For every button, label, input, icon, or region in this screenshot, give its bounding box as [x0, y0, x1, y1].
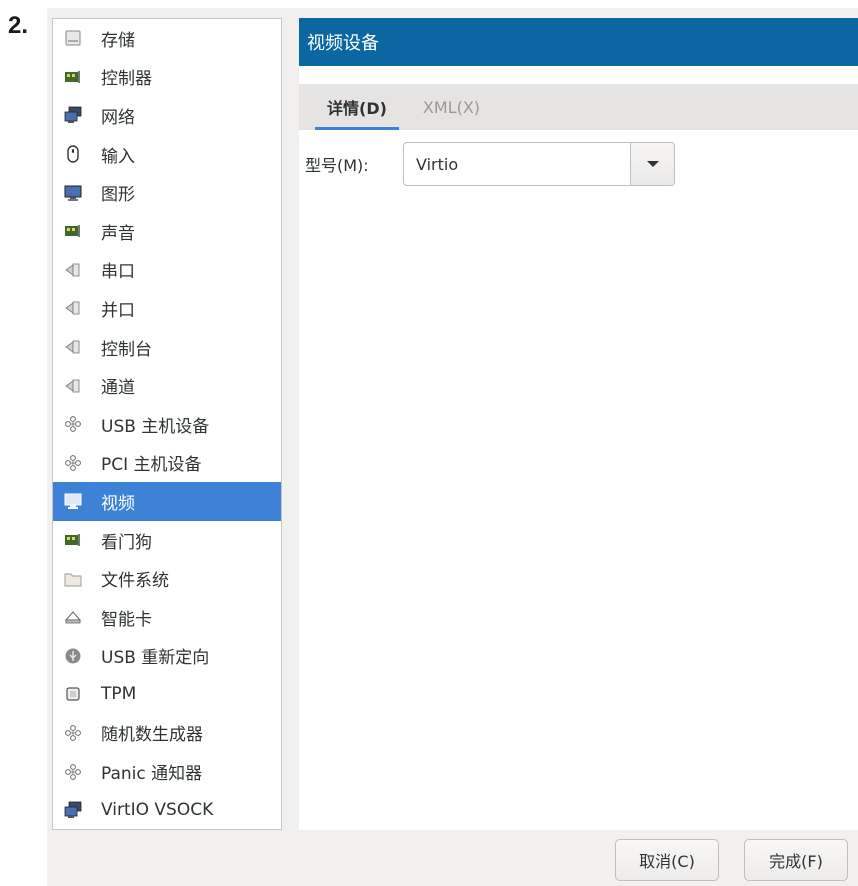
tab-strip: 详情(D) XML(X) — [299, 84, 858, 130]
sidebar-item-label: 随机数生成器 — [101, 725, 203, 746]
sidebar-item-label: 智能卡 — [101, 609, 152, 630]
sidebar-item-label: 视频 — [101, 493, 135, 514]
sidebar-item-serial[interactable]: 串口 — [53, 251, 281, 290]
sidebar-item-label: 看门狗 — [101, 532, 152, 553]
page-title: 视频设备 — [299, 18, 858, 66]
sidebar-item-graphics[interactable]: 图形 — [53, 173, 281, 212]
sidebar-item-video[interactable]: 视频 — [53, 482, 281, 521]
sidebar-item-rng[interactable]: 随机数生成器 — [53, 714, 281, 753]
controller-card-icon — [63, 67, 83, 87]
monitor-icon — [63, 183, 83, 203]
sidebar-item-panic[interactable]: Panic 通知器 — [53, 752, 281, 791]
sidebar-item-label: TPM — [101, 684, 137, 705]
sidebar-item-label: Panic 通知器 — [101, 764, 203, 785]
serial-port-icon — [63, 260, 83, 280]
pci-host-device-icon — [63, 453, 83, 473]
sidebar-item-label: 并口 — [101, 300, 135, 321]
sidebar-item-watchdog[interactable]: 看门狗 — [53, 521, 281, 560]
sidebar-item-pci-host[interactable]: PCI 主机设备 — [53, 444, 281, 483]
network-icon — [63, 105, 83, 125]
channel-port-icon — [63, 376, 83, 396]
model-select-dropdown-button[interactable] — [630, 143, 674, 185]
model-label: 型号(M): — [305, 156, 369, 175]
parallel-port-icon — [63, 298, 83, 318]
sidebar-item-input[interactable]: 输入 — [53, 135, 281, 174]
rng-device-icon — [63, 723, 83, 743]
storage-icon — [63, 28, 83, 48]
sidebar-item-parallel[interactable]: 并口 — [53, 289, 281, 328]
sidebar-item-controller[interactable]: 控制器 — [53, 58, 281, 97]
video-monitor-icon — [63, 491, 83, 511]
watchdog-card-icon — [63, 530, 83, 550]
sidebar-item-label: USB 主机设备 — [101, 416, 210, 437]
sidebar-item-tpm[interactable]: TPM — [53, 675, 281, 714]
folder-icon — [63, 569, 83, 589]
sidebar-item-network[interactable]: 网络 — [53, 96, 281, 135]
cancel-button[interactable]: 取消(C) — [615, 839, 719, 881]
sidebar-item-label: USB 重新定向 — [101, 648, 210, 669]
sidebar-item-label: 图形 — [101, 185, 135, 206]
sidebar-item-channel[interactable]: 通道 — [53, 366, 281, 405]
sidebar-item-label: 存储 — [101, 30, 135, 51]
model-field-row: 型号(M): Virtio — [305, 142, 675, 186]
sidebar-item-label: PCI 主机设备 — [101, 455, 202, 476]
panic-notifier-icon — [63, 762, 83, 782]
model-select-value: Virtio — [416, 154, 459, 174]
sidebar-item-smartcard[interactable]: 智能卡 — [53, 598, 281, 637]
details-panel: 视频设备 详情(D) XML(X) 型号(M): Virtio — [299, 18, 858, 830]
sidebar-item-label: 控制台 — [101, 339, 152, 360]
chevron-down-icon — [646, 161, 659, 167]
model-select[interactable]: Virtio — [403, 142, 675, 186]
sidebar-item-sound[interactable]: 声音 — [53, 212, 281, 251]
sidebar-item-label: 通道 — [101, 378, 135, 399]
tab-xml[interactable]: XML(X) — [405, 84, 498, 130]
usb-host-device-icon — [63, 414, 83, 434]
tpm-chip-icon — [63, 684, 83, 704]
sidebar-item-label: 声音 — [101, 223, 135, 244]
finish-button[interactable]: 完成(F) — [744, 839, 848, 881]
sidebar-item-label: 输入 — [101, 146, 135, 167]
sidebar-item-label: VirtIO VSOCK — [101, 800, 214, 821]
vsock-network-icon — [63, 800, 83, 820]
sidebar-item-usb-redirect[interactable]: USB 重新定向 — [53, 637, 281, 676]
smartcard-icon — [63, 607, 83, 627]
sidebar-item-vsock[interactable]: VirtIO VSOCK — [53, 791, 281, 829]
sidebar-item-label: 串口 — [101, 262, 135, 283]
sidebar-item-label: 网络 — [101, 107, 135, 128]
usb-redirect-icon — [63, 646, 83, 666]
sidebar-item-usb-host[interactable]: USB 主机设备 — [53, 405, 281, 444]
sidebar-item-storage[interactable]: 存储 — [53, 19, 281, 58]
mouse-icon — [63, 144, 83, 164]
sidebar-item-label: 控制器 — [101, 69, 152, 90]
sidebar-item-label: 文件系统 — [101, 571, 169, 592]
dialog-button-bar: 取消(C) 完成(F) — [47, 830, 858, 886]
hardware-list: 存储 控制器 网络 输入 图形 声音 串口 并口 控制台 通道 USB 主机设备 — [52, 18, 282, 830]
sound-card-icon — [63, 221, 83, 241]
sidebar-item-console[interactable]: 控制台 — [53, 328, 281, 367]
sidebar-item-filesystem[interactable]: 文件系统 — [53, 559, 281, 598]
tab-details[interactable]: 详情(D) — [309, 84, 405, 130]
step-number: 2. — [8, 12, 29, 39]
console-port-icon — [63, 337, 83, 357]
